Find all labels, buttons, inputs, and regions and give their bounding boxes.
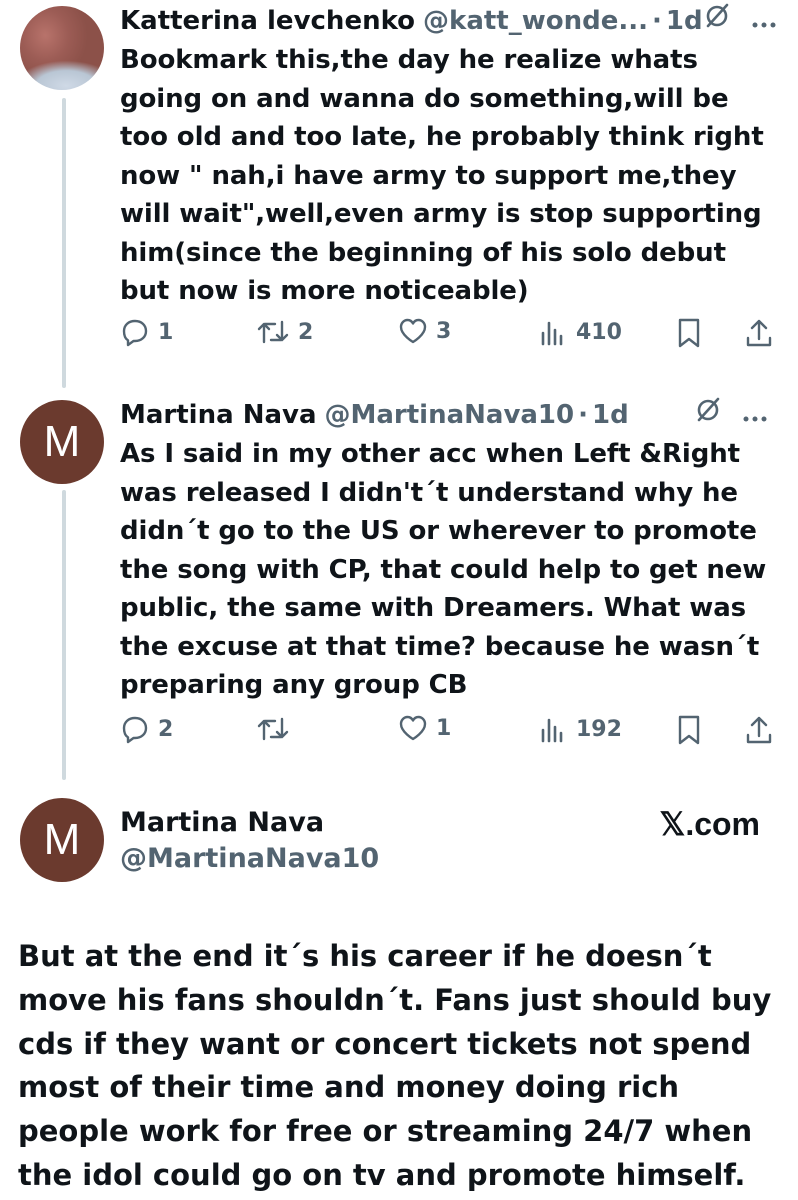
post-text: But at the end it´s his career if he doe…	[18, 939, 772, 1192]
tweet-header: Martina Nava @MartinaNava10 · 1d	[120, 396, 768, 433]
like-icon	[398, 714, 428, 742]
tweet-text: Bookmark this,the day he realize whats g…	[120, 45, 764, 306]
bookmark-icon	[676, 714, 702, 746]
reply-button[interactable]: 1	[120, 317, 173, 347]
x-brand-logo: 𝕏.com	[659, 806, 760, 842]
action-bar: 2 1 192	[120, 714, 780, 754]
views-button[interactable]: 192	[538, 714, 622, 744]
author-handle[interactable]: @MartinaNava10	[120, 842, 379, 876]
author-name[interactable]: Katterina levchenko	[120, 4, 415, 38]
thread-line-2	[62, 490, 66, 780]
like-count: 3	[436, 318, 452, 344]
thread-line-1	[62, 98, 66, 388]
repost-icon	[256, 714, 290, 744]
reply-icon	[120, 714, 150, 744]
repost-button[interactable]: 2	[256, 317, 313, 347]
timestamp[interactable]: 1d	[592, 398, 629, 432]
share-icon	[744, 317, 774, 349]
views-count: 410	[576, 319, 622, 345]
repost-count: 2	[298, 319, 314, 345]
avatar-letter: M	[43, 815, 81, 864]
share-button[interactable]	[744, 317, 774, 349]
repost-icon	[256, 317, 290, 347]
tweet-header: Katterina levchenko @katt_wonde... · 1d	[120, 2, 776, 39]
author-handle[interactable]: @MartinaNava10	[325, 398, 575, 432]
more-icon[interactable]	[751, 4, 777, 38]
bookmark-button[interactable]	[676, 714, 702, 746]
like-button[interactable]: 3	[398, 317, 451, 345]
views-icon	[538, 714, 568, 744]
views-button[interactable]: 410	[538, 317, 622, 347]
bookmark-button[interactable]	[676, 317, 702, 349]
reply-button[interactable]: 2	[120, 714, 173, 744]
avatar-letter: M	[43, 417, 81, 466]
separator-dot: ·	[578, 399, 589, 430]
avatar-martina[interactable]: M	[20, 400, 104, 484]
tweet-text: As I said in my other acc when Left &Rig…	[120, 439, 767, 700]
repost-button[interactable]	[256, 714, 298, 744]
timestamp[interactable]: 1d	[666, 4, 703, 38]
grok-icon[interactable]	[703, 2, 731, 39]
action-bar: 1 2 3 410	[120, 317, 780, 357]
bookmark-icon	[676, 317, 702, 349]
grok-icon[interactable]	[694, 396, 722, 433]
header-right	[703, 2, 777, 39]
like-button[interactable]: 1	[398, 714, 451, 742]
reply-count: 2	[158, 716, 174, 742]
share-button[interactable]	[744, 714, 774, 746]
separator-dot: ·	[652, 5, 662, 36]
more-icon[interactable]	[742, 398, 768, 432]
views-icon	[538, 317, 568, 347]
reply-icon	[120, 317, 150, 347]
like-count: 1	[436, 715, 452, 741]
avatar-martina-main[interactable]: M	[20, 798, 104, 882]
like-icon	[398, 317, 428, 345]
avatar-katterina[interactable]	[20, 6, 104, 90]
author-handle[interactable]: @katt_wonde...	[423, 4, 648, 38]
reply-count: 1	[158, 319, 174, 345]
header-right	[694, 396, 768, 433]
share-icon	[744, 714, 774, 746]
views-count: 192	[576, 716, 622, 742]
screenshot-page: Katterina levchenko @katt_wonde... · 1d …	[0, 0, 798, 1200]
author-name[interactable]: Martina Nava	[120, 398, 317, 432]
author-name[interactable]: Martina Nava	[120, 806, 324, 840]
